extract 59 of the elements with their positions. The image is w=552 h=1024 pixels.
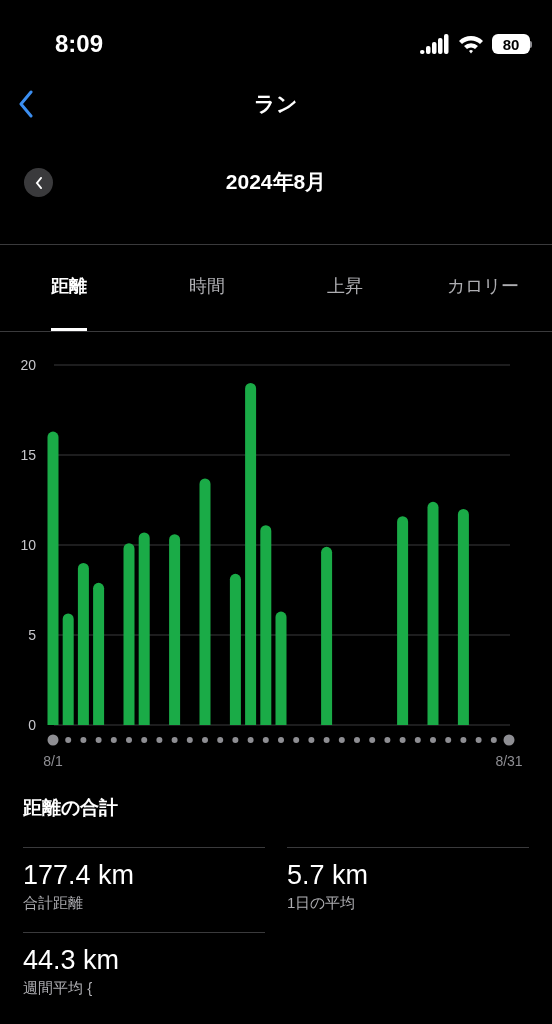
day-dot	[47, 734, 59, 746]
status-time: 8:09	[55, 29, 104, 59]
day-dot	[293, 737, 300, 743]
tab[interactable]: 上昇	[276, 245, 414, 331]
tab[interactable]: 時間	[138, 245, 276, 331]
chevron-left-icon	[34, 176, 43, 189]
day-dot	[354, 737, 360, 743]
day-dot	[247, 737, 254, 743]
day-dot	[217, 737, 224, 743]
tab[interactable]: 距離	[0, 245, 138, 331]
screen-title: ラン	[254, 91, 298, 118]
stat-label: 合計距離	[23, 892, 84, 913]
day-dot	[308, 737, 315, 743]
x-axis-label: 8/1	[43, 753, 63, 769]
day-dot	[323, 737, 330, 743]
previous-month-button[interactable]	[24, 168, 53, 197]
day-dot	[95, 737, 102, 743]
month-label: 2024年8月	[225, 169, 327, 196]
day-dot	[414, 737, 421, 743]
y-axis-label: 15	[20, 447, 36, 463]
stat-value: 44.3 km	[23, 944, 121, 977]
battery-icon: 80	[492, 34, 532, 54]
stat-value: 177.4 km	[23, 858, 136, 892]
day-dot	[65, 737, 72, 743]
stat-label: 週間平均 {	[23, 978, 94, 998]
day-dot	[338, 737, 345, 743]
back-icon	[18, 90, 34, 118]
day-dot	[156, 737, 163, 743]
day-dot	[430, 737, 436, 743]
back-button[interactable]	[18, 90, 34, 118]
day-dot	[278, 737, 284, 743]
summary-heading: 距離の合計	[23, 796, 119, 820]
day-dot	[475, 737, 482, 743]
day-dot	[369, 737, 376, 743]
signal-icon	[420, 34, 450, 54]
day-dot	[384, 737, 391, 743]
day-dot	[445, 737, 452, 743]
x-axis-label: 8/31	[495, 753, 523, 769]
y-axis-label: 20	[20, 357, 36, 373]
day-dot	[126, 737, 132, 743]
y-axis-label: 5	[28, 627, 36, 643]
tab[interactable]: カロリー	[414, 245, 552, 331]
day-dot	[232, 737, 239, 743]
y-axis-label: 0	[28, 717, 36, 733]
stat-label: 1日の平均	[287, 892, 357, 913]
day-dot	[80, 737, 87, 743]
day-dot	[503, 734, 515, 746]
day-dot	[262, 737, 269, 743]
day-dot	[202, 737, 208, 743]
day-dot	[460, 737, 467, 743]
day-dot	[141, 737, 148, 743]
day-dot	[171, 737, 178, 743]
stat-value: 5.7 km	[287, 858, 370, 892]
day-dot	[490, 737, 497, 743]
day-dot	[186, 737, 193, 743]
day-dot	[110, 737, 117, 743]
y-axis-label: 10	[20, 537, 36, 553]
day-dot	[399, 737, 406, 743]
wifi-icon	[458, 34, 484, 54]
